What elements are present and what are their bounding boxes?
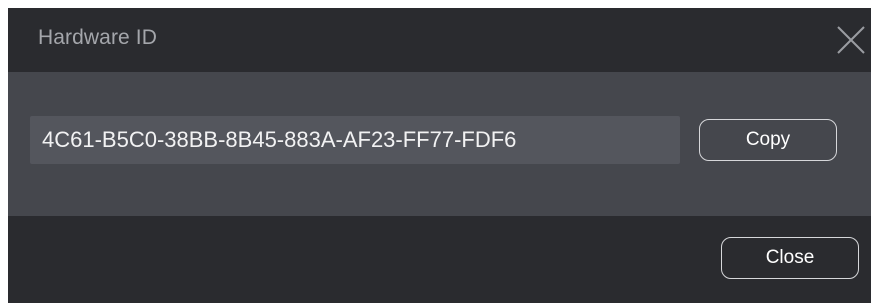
dialog-titlebar: Hardware ID — [8, 8, 871, 72]
hardware-id-field[interactable]: 4C61-B5C0-38BB-8B45-883A-AF23-FF77-FDF6 — [30, 116, 680, 164]
close-icon-glyph — [837, 26, 865, 54]
copy-button[interactable]: Copy — [699, 119, 837, 161]
close-icon[interactable] — [833, 22, 869, 58]
dialog-body: 4C61-B5C0-38BB-8B45-883A-AF23-FF77-FDF6 … — [8, 72, 871, 216]
hardware-id-dialog: Hardware ID 4C61-B5C0-38BB-8B45-883A-AF2… — [8, 8, 871, 303]
dialog-footer: Close — [8, 216, 871, 303]
close-button[interactable]: Close — [721, 237, 859, 279]
dialog-title: Hardware ID — [38, 26, 157, 49]
